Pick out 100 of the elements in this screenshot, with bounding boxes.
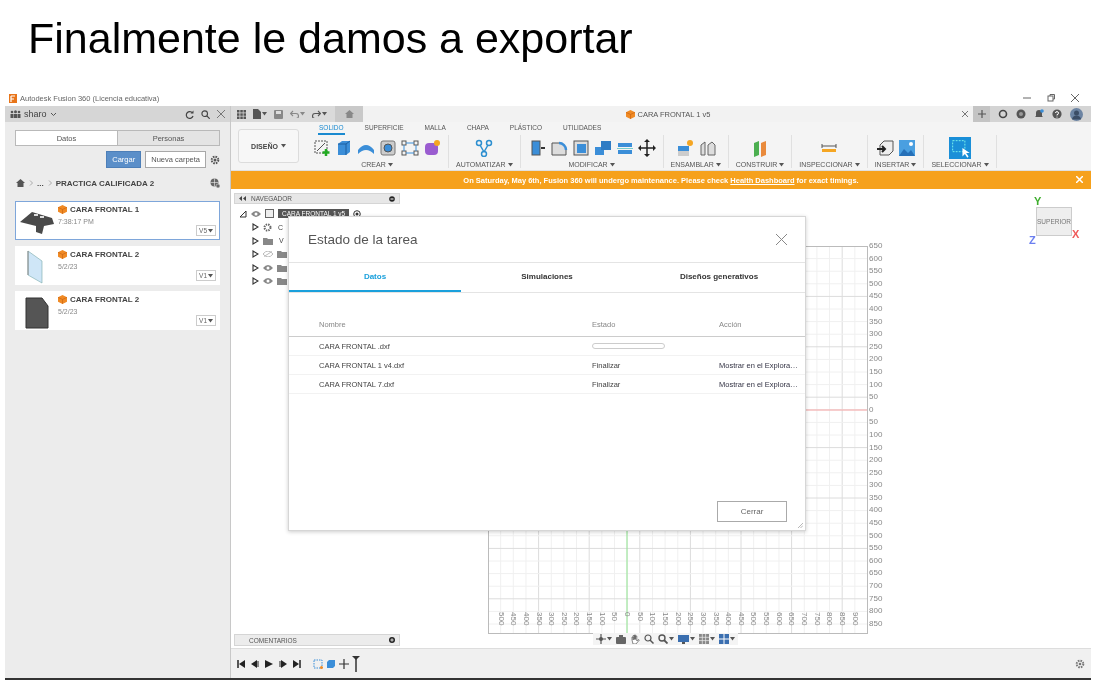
collapsed-triangle-icon[interactable] <box>252 277 259 286</box>
ruler-label: 350 <box>533 612 545 626</box>
ruler-label: 250 <box>869 340 883 353</box>
dialog-tab[interactable]: Diseños generativos <box>633 263 805 292</box>
caret-icon <box>507 162 513 167</box>
close-icon[interactable] <box>217 109 225 118</box>
square-pattern-icon[interactable] <box>401 139 419 157</box>
axis-label: Y <box>1034 196 1042 207</box>
caret-icon <box>669 637 674 641</box>
avatar-icon[interactable] <box>1070 107 1083 121</box>
caret-icon <box>607 637 612 641</box>
close-icon[interactable] <box>1071 94 1079 102</box>
chevron-icon[interactable] <box>49 111 57 117</box>
collapse-icon[interactable] <box>239 196 246 201</box>
breadcrumb-link[interactable]: ... <box>37 178 44 188</box>
close-icon[interactable] <box>962 111 968 117</box>
node-graph-icon[interactable] <box>475 139 494 157</box>
next-step-icon[interactable] <box>279 659 287 668</box>
hole-icon[interactable] <box>379 139 397 157</box>
ruler-label: 300 <box>546 612 558 626</box>
ruler-label: 300 <box>869 328 883 341</box>
save-icon[interactable] <box>274 109 283 119</box>
combine-icon[interactable] <box>593 139 612 157</box>
axis-label: X <box>1072 229 1080 240</box>
previous-step-icon[interactable] <box>251 659 259 668</box>
settings-icon[interactable] <box>1075 658 1085 669</box>
timeline-marker-icon[interactable] <box>352 655 360 672</box>
grid-icon[interactable] <box>699 634 709 644</box>
insert-arrow-icon[interactable] <box>875 139 894 157</box>
ruler-label: 500 <box>748 612 760 626</box>
ruler-label: 450 <box>869 290 883 303</box>
settings-icon[interactable] <box>210 154 220 165</box>
collapsed-triangle-icon[interactable] <box>252 250 259 259</box>
selection-icon[interactable] <box>949 137 971 159</box>
ruler-label: 500 <box>495 612 507 626</box>
ruler-label: 0 <box>869 403 875 416</box>
joint-icon[interactable] <box>697 139 716 157</box>
close-icon[interactable] <box>776 234 787 245</box>
shell-icon[interactable] <box>571 139 590 157</box>
ruler-label: 150 <box>584 612 596 626</box>
move-feature-icon[interactable] <box>339 658 349 669</box>
caret-icon <box>208 228 213 233</box>
app-grid-icon[interactable] <box>237 109 246 119</box>
ruler-label: 200 <box>869 454 883 467</box>
resize-grip-icon[interactable] <box>798 523 803 528</box>
search-icon[interactable] <box>658 634 668 644</box>
box-icon[interactable] <box>335 139 353 157</box>
ruler-label: 350 <box>869 491 883 504</box>
expanded-triangle-icon[interactable] <box>240 209 247 218</box>
monitor-icon[interactable] <box>678 634 689 644</box>
help-icon[interactable] <box>1052 109 1062 119</box>
dialog-tab[interactable]: Simulaciones <box>461 263 633 292</box>
eye-icon[interactable] <box>263 264 273 271</box>
refresh-icon[interactable] <box>185 109 194 119</box>
ruler-label: 400 <box>723 612 735 626</box>
collapsed-triangle-icon[interactable] <box>252 263 259 272</box>
caret-icon <box>715 162 721 167</box>
orbit-icon[interactable] <box>596 634 606 644</box>
chevron-right-icon <box>47 180 52 186</box>
ruler-label: 850 <box>836 612 848 626</box>
caret-icon <box>730 637 735 641</box>
notification-icon[interactable] <box>1034 109 1044 119</box>
form-icon[interactable] <box>423 139 441 157</box>
dialog-title: Estado de la tarea <box>308 232 419 247</box>
plus-icon <box>977 110 986 118</box>
ruler-label: 550 <box>869 542 883 555</box>
close-button[interactable]: Cerrar <box>717 501 787 522</box>
axis-label: Z <box>1029 235 1036 246</box>
caret-icon <box>387 162 393 167</box>
move-icon[interactable] <box>637 139 656 157</box>
home-icon <box>344 110 354 118</box>
cube-icon <box>58 250 67 259</box>
eye-icon[interactable] <box>251 210 261 217</box>
play-icon[interactable] <box>265 659 273 668</box>
ruler-label: 500 <box>869 277 883 290</box>
viewports-icon[interactable] <box>719 634 729 644</box>
undo-icon[interactable] <box>290 110 299 118</box>
redo-icon[interactable] <box>312 110 321 118</box>
globe-icon[interactable] <box>210 178 220 188</box>
breadcrumb-link[interactable]: PRACTICA CALIFICADA 2 <box>55 178 155 188</box>
camera-icon[interactable] <box>616 634 626 644</box>
last-frame-icon[interactable] <box>293 659 301 668</box>
first-frame-icon[interactable] <box>237 659 245 668</box>
slide-title: Finalmente le damos a exportar <box>28 13 633 64</box>
ruler-label: 350 <box>869 315 883 328</box>
image-icon[interactable] <box>897 139 916 157</box>
sketch-plus-icon[interactable] <box>313 139 331 157</box>
user-name: sharo <box>24 109 47 119</box>
eye-icon[interactable] <box>263 278 273 285</box>
collapsed-triangle-icon[interactable] <box>252 223 259 232</box>
hand-icon[interactable] <box>630 634 640 644</box>
new-component-icon[interactable] <box>675 139 694 157</box>
ruler-label: 400 <box>520 612 532 626</box>
home-icon[interactable] <box>16 179 25 187</box>
extrude-feature-icon[interactable] <box>326 658 336 669</box>
search-icon[interactable] <box>201 109 210 119</box>
maximize-icon[interactable] <box>1047 94 1055 102</box>
collapsed-triangle-icon[interactable] <box>252 236 259 245</box>
caret-icon <box>300 112 305 116</box>
zoom-icon[interactable] <box>644 634 654 644</box>
